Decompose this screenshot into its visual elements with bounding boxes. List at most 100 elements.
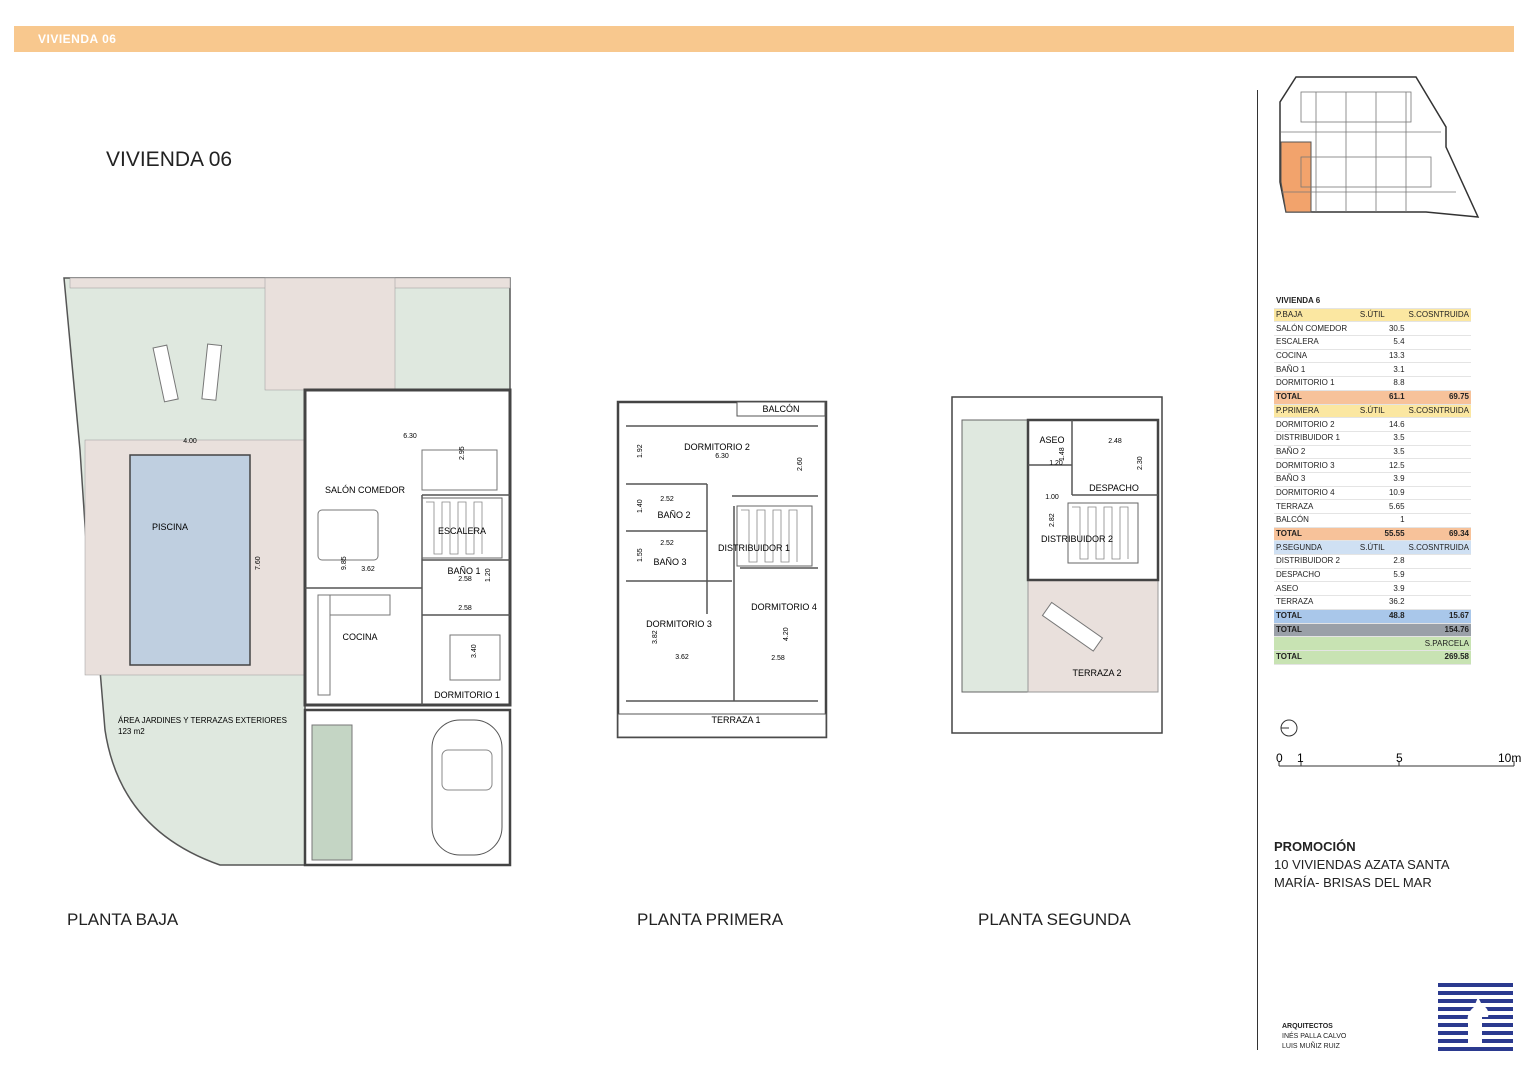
total-util: 48.8: [1357, 609, 1407, 624]
dim-dorm-h: 3.40: [471, 644, 478, 658]
table-title: VIVIENDA 6: [1274, 295, 1358, 309]
promotion-block: PROMOCIÓN 10 VIVIENDAS AZATA SANTA MARÍA…: [1274, 838, 1450, 892]
dim-salon-w: 6.30: [403, 433, 417, 440]
total-label: TOTAL: [1274, 390, 1358, 405]
header-s-parcela: S.PARCELA: [1406, 636, 1471, 651]
table-row: DISTRIBUIDOR 1 3.5: [1274, 431, 1471, 446]
dim-260: 2.60: [797, 457, 804, 471]
dim-148: 1.48: [1059, 447, 1066, 461]
table-row: TERRAZA 36.2: [1274, 595, 1471, 610]
total-util: 55.55: [1357, 527, 1407, 542]
room-area: 5.9: [1357, 568, 1407, 583]
room-area: 5.65: [1357, 499, 1407, 514]
table-row: ESCALERA 5.4: [1274, 335, 1471, 350]
total-construida: 69.75: [1406, 390, 1471, 405]
room-name: TERRAZA: [1274, 499, 1358, 514]
table-row: COCINA 13.3: [1274, 349, 1471, 364]
room-name: BAÑO 2: [1274, 445, 1358, 460]
room-area: 3.5: [1357, 445, 1407, 460]
table-row: DESPACHO 5.9: [1274, 568, 1471, 583]
room-name: DORMITORIO 4: [1274, 486, 1358, 501]
page-title: VIVIENDA 06: [106, 148, 233, 171]
total-construida: 15.67: [1406, 609, 1471, 624]
room-area: 2.8: [1357, 554, 1407, 569]
scale-1: 1: [1297, 751, 1304, 765]
scale-bar: 0 1 5 10m: [1276, 719, 1521, 767]
header-p-baja: P.BAJA: [1274, 308, 1358, 323]
scale-0: 0: [1276, 751, 1283, 765]
room-name: BALCÓN: [1274, 513, 1358, 528]
header-s-construida: S.COSNTRUIDA: [1406, 308, 1471, 323]
header-s-util: S.ÚTIL: [1357, 308, 1407, 323]
table-row: DORMITORIO 4 10.9: [1274, 486, 1471, 501]
room-name: BAÑO 3: [1274, 472, 1358, 487]
label-terraza-2: TERRAZA 2: [1072, 668, 1121, 678]
room-name: DESPACHO: [1274, 568, 1358, 583]
room-area: 8.8: [1357, 376, 1407, 391]
grand-total-row: TOTAL 154.76: [1274, 623, 1471, 638]
total-row-baja: TOTAL 61.1 69.75: [1274, 390, 1471, 405]
table-row: SALÓN COMEDOR 30.5: [1274, 321, 1471, 337]
label-bano-2: BAÑO 2: [657, 510, 690, 520]
room-name: TERRAZA: [1274, 595, 1358, 610]
room-area: 3.9: [1357, 472, 1407, 487]
total-label: TOTAL: [1274, 527, 1358, 542]
dim-248: 2.48: [1108, 438, 1122, 445]
header-p-primera: P.PRIMERA: [1274, 404, 1358, 419]
parcela-total-row: TOTAL 269.58: [1274, 650, 1471, 665]
table-row: DISTRIBUIDOR 2 2.8: [1274, 554, 1471, 569]
room-area: 1: [1357, 513, 1407, 528]
table-row: TERRAZA 5.65: [1274, 499, 1471, 514]
room-area: 13.3: [1357, 349, 1407, 364]
table-row: DORMITORIO 3 12.5: [1274, 458, 1471, 473]
grand-total-value: 154.76: [1406, 623, 1471, 638]
label-dormitorio-4: DORMITORIO 4: [751, 602, 817, 612]
total-row-segunda: TOTAL 48.8 15.67: [1274, 609, 1471, 624]
room-name: BAÑO 1: [1274, 362, 1358, 378]
room-name: COCINA: [1274, 349, 1358, 364]
header-band: VIVIENDA 06: [14, 26, 1514, 52]
room-name: DORMITORIO 3: [1274, 458, 1358, 473]
promotion-line-1: 10 VIVIENDAS AZATA SANTA: [1274, 857, 1450, 872]
label-salon-comedor: SALÓN COMEDOR: [325, 485, 406, 495]
label-despacho: DESPACHO: [1089, 483, 1139, 493]
label-balcon: BALCÓN: [762, 404, 799, 414]
room-name: ASEO: [1274, 581, 1358, 597]
label-jardines-area: 123 m2: [118, 727, 145, 736]
label-distribuidor-2: DISTRIBUIDOR 2: [1041, 534, 1113, 544]
dim-362-ff: 3.62: [675, 654, 689, 661]
room-area: 3.5: [1357, 431, 1407, 446]
header-s-util: S.ÚTIL: [1357, 404, 1407, 419]
room-area: 12.5: [1357, 458, 1407, 473]
room-area: 10.9: [1357, 486, 1407, 501]
deck-path: [264, 277, 396, 391]
room-name: ESCALERA: [1274, 335, 1358, 350]
dim-bano-h: 1.20: [485, 568, 492, 582]
grand-total-label: TOTAL: [1274, 623, 1358, 638]
dim-362: 3.62: [361, 566, 375, 573]
dim-salon-h: 2.95: [459, 446, 466, 460]
label-planta-baja: PLANTA BAJA: [67, 910, 179, 929]
dim-dorm-w: 2.58: [458, 605, 472, 612]
band-label: VIVIENDA 06: [38, 32, 117, 46]
promotion-heading: PROMOCIÓN: [1274, 839, 1356, 854]
total-label: TOTAL: [1274, 609, 1358, 624]
label-dormitorio-1: DORMITORIO 1: [434, 690, 500, 700]
parcela-total-label: TOTAL: [1274, 650, 1358, 665]
total-row-primera: TOTAL 55.55 69.34: [1274, 527, 1471, 542]
room-name: DISTRIBUIDOR 2: [1274, 554, 1358, 569]
architect-name: INÉS PALLA CALVO: [1282, 1033, 1347, 1040]
dim-192: 1.92: [637, 444, 644, 458]
label-bano-3: BAÑO 3: [653, 557, 686, 567]
room-area: 14.6: [1357, 417, 1407, 432]
label-escalera: ESCALERA: [438, 526, 486, 536]
label-distribuidor-1: DISTRIBUIDOR 1: [718, 543, 790, 553]
dim-230: 2.30: [1137, 456, 1144, 470]
studio-logo-icon: [1438, 983, 1513, 1051]
dim-155: 1.55: [637, 548, 644, 562]
dim-252b: 2.52: [660, 540, 674, 547]
architects-heading: ARQUITECTOS: [1282, 1023, 1333, 1030]
label-planta-primera: PLANTA PRIMERA: [637, 910, 784, 929]
first-floor-plan: DORMITORIO 2 6.30 1.92 2.60 2.52 1.40 BA…: [616, 400, 828, 739]
label-planta-segunda: PLANTA SEGUNDA: [978, 910, 1131, 929]
